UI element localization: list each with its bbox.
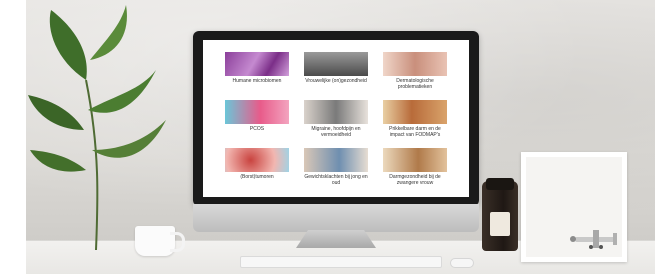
food-thumbnail <box>383 100 447 124</box>
keyboard-icon <box>240 256 442 268</box>
microscopy-thumbnail <box>225 52 289 76</box>
tile-migraine[interactable]: Migraine, hoofdpijn en vermoeidheid <box>304 100 368 138</box>
pregnancy-thumbnail <box>383 148 447 172</box>
typewriter-thumbnail <box>304 52 368 76</box>
plant-icon <box>26 0 176 251</box>
mouse-icon <box>450 258 474 268</box>
tile-label: Vrouwelijke (on)gezondheid <box>305 78 367 84</box>
tile-label: Prikkelbare darm en de impact van FODMAP… <box>389 126 441 138</box>
tile-label: (Borst)tumoren <box>240 174 274 180</box>
face-thumbnail <box>383 52 447 76</box>
tile-gewichtsklachten[interactable]: Gewichtsklachten bij jong en oud <box>304 148 368 186</box>
tile-label: Dermatologische problematieken <box>396 78 434 90</box>
mug-handle <box>170 232 185 252</box>
tile-label: Darmgezondheid bij de zwangere vrouw <box>389 174 441 186</box>
jar-lid <box>486 178 514 190</box>
tile-vrouwelijke-gezondheid[interactable]: Vrouwelijke (on)gezondheid <box>304 52 368 85</box>
photo-scene: Humane microbiomen Vrouwelijke (on)gezon… <box>0 0 655 274</box>
toy-airplane-icon <box>565 228 635 250</box>
monitor-screen: Humane microbiomen Vrouwelijke (on)gezon… <box>203 40 469 197</box>
tile-borsttumoren[interactable]: (Borst)tumoren <box>225 148 289 181</box>
monitor-chin <box>193 204 479 232</box>
monitor-stand <box>296 230 376 248</box>
tile-humane-microbiomen[interactable]: Humane microbiomen <box>225 52 289 85</box>
cells-thumbnail <box>225 148 289 172</box>
tile-prikkelbare-darm[interactable]: Prikkelbare darm en de impact van FODMAP… <box>383 100 447 138</box>
headache-thumbnail <box>304 100 368 124</box>
tile-label: PCOS <box>249 126 265 132</box>
tile-dermatologische-problematieken[interactable]: Dermatologische problematieken <box>383 52 447 90</box>
pcos-thumbnail <box>225 100 289 124</box>
mug-icon <box>135 226 175 256</box>
tile-label: Migraine, hoofdpijn en vermoeidheid <box>311 126 361 138</box>
photo-border <box>0 0 26 274</box>
people-thumbnail <box>304 148 368 172</box>
tile-pcos[interactable]: PCOS <box>225 100 289 133</box>
tile-label: Humane microbiomen <box>232 78 282 84</box>
tile-darmgezondheid-zwanger[interactable]: Darmgezondheid bij de zwangere vrouw <box>383 148 447 186</box>
tile-label: Gewichtsklachten bij jong en oud <box>304 174 368 186</box>
jar-label <box>490 212 510 236</box>
